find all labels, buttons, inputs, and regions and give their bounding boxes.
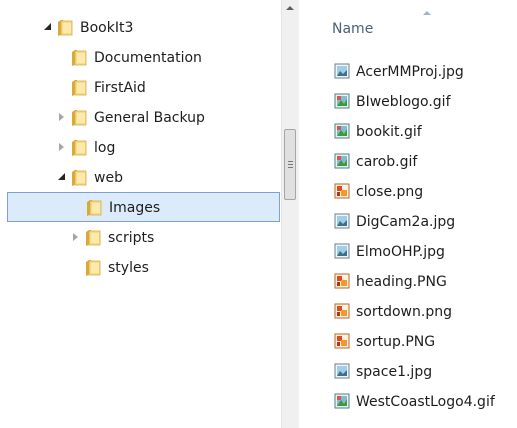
folder-icon (57, 19, 73, 37)
file-row[interactable]: DigCam2a.jpg (299, 207, 517, 237)
expanded-arrow-icon[interactable] (44, 23, 52, 31)
file-row[interactable]: carob.gif (299, 147, 517, 177)
file-name: AcerMMProj.jpg (356, 64, 464, 80)
file-row[interactable]: ElmoOHP.jpg (299, 237, 517, 267)
png-image-icon (334, 303, 350, 319)
file-name: carob.gif (356, 154, 418, 170)
folder-icon (71, 79, 87, 97)
gif-image-icon (334, 153, 350, 169)
tree-item-label: web (94, 170, 123, 186)
file-row[interactable]: bookit.gif (299, 117, 517, 147)
folder-icon (85, 229, 101, 247)
file-row[interactable]: sortup.PNG (299, 327, 517, 357)
tree-item-styles[interactable]: styles (0, 253, 281, 283)
tree-item-label: General Backup (94, 110, 205, 126)
jpg-image-icon (334, 363, 350, 379)
tree-item-log[interactable]: log (0, 133, 281, 163)
tree-item-web[interactable]: web (0, 163, 281, 193)
tree-item-label: BookIt3 (80, 20, 134, 36)
thumb-grip-line (288, 167, 293, 168)
file-name: DigCam2a.jpg (356, 214, 456, 230)
file-row[interactable]: WestCoastLogo4.gif (299, 387, 517, 417)
tree-item-images[interactable]: Images (7, 192, 280, 222)
png-image-icon (334, 333, 350, 349)
tree-item-label: log (94, 140, 116, 156)
file-name: heading.PNG (356, 274, 447, 290)
gif-image-icon (334, 123, 350, 139)
sort-ascending-icon (423, 11, 431, 15)
collapsed-arrow-icon[interactable] (58, 143, 66, 151)
tree-scrollbar[interactable] (281, 0, 298, 428)
file-name: sortdown.png (356, 304, 452, 320)
jpg-image-icon (334, 213, 350, 229)
tree-item-label: Images (109, 200, 161, 216)
gif-image-icon (334, 393, 350, 409)
collapsed-arrow-icon[interactable] (58, 113, 66, 121)
scroll-up-button[interactable] (282, 0, 299, 17)
png-image-icon (334, 273, 350, 289)
folder-icon (71, 169, 87, 187)
expanded-arrow-icon[interactable] (58, 173, 66, 181)
scrollbar-thumb[interactable] (284, 129, 296, 200)
file-name: WestCoastLogo4.gif (356, 394, 495, 410)
file-name: ElmoOHP.jpg (356, 244, 445, 260)
folder-icon (86, 199, 102, 217)
file-row[interactable]: BIweblogo.gif (299, 87, 517, 117)
tree-item-bookit3[interactable]: BookIt3 (0, 13, 281, 43)
thumb-grip-line (288, 161, 293, 162)
jpg-image-icon (334, 243, 350, 259)
tree-item-label: styles (108, 260, 149, 276)
tree-item-firstaid[interactable]: FirstAid (0, 73, 281, 103)
name-column-label: Name (332, 21, 374, 37)
file-row[interactable]: heading.PNG (299, 267, 517, 297)
thumb-grip-line (288, 164, 293, 165)
gif-image-icon (334, 93, 350, 109)
folder-icon (71, 139, 87, 157)
tree-item-label: scripts (108, 230, 155, 246)
tree-item-documentation[interactable]: Documentation (0, 43, 281, 73)
folder-icon (71, 49, 87, 67)
tree-item-label: FirstAid (94, 80, 146, 96)
file-row[interactable]: AcerMMProj.jpg (299, 57, 517, 87)
file-row[interactable]: sortdown.png (299, 297, 517, 327)
folder-tree-pane: BookIt3 Documentation FirstAid General Back… (0, 0, 281, 428)
tree-item-general-backup[interactable]: General Backup (0, 103, 281, 133)
folder-icon (71, 109, 87, 127)
file-name: BIweblogo.gif (356, 94, 451, 110)
jpg-image-icon (334, 63, 350, 79)
file-name: sortup.PNG (356, 334, 436, 350)
folder-icon (85, 259, 101, 277)
collapsed-arrow-icon[interactable] (72, 233, 80, 241)
tree-item-scripts[interactable]: scripts (0, 223, 281, 253)
png-image-icon (334, 183, 350, 199)
tree-item-label: Documentation (94, 50, 202, 66)
file-row[interactable]: space1.jpg (299, 357, 517, 387)
file-list-pane: Name AcerMMProj.jpg BIweblogo.gif bookit.g… (299, 0, 517, 428)
file-name: bookit.gif (356, 124, 422, 140)
file-name: close.png (356, 184, 424, 200)
file-row[interactable]: close.png (299, 177, 517, 207)
file-name: space1.jpg (356, 364, 433, 380)
